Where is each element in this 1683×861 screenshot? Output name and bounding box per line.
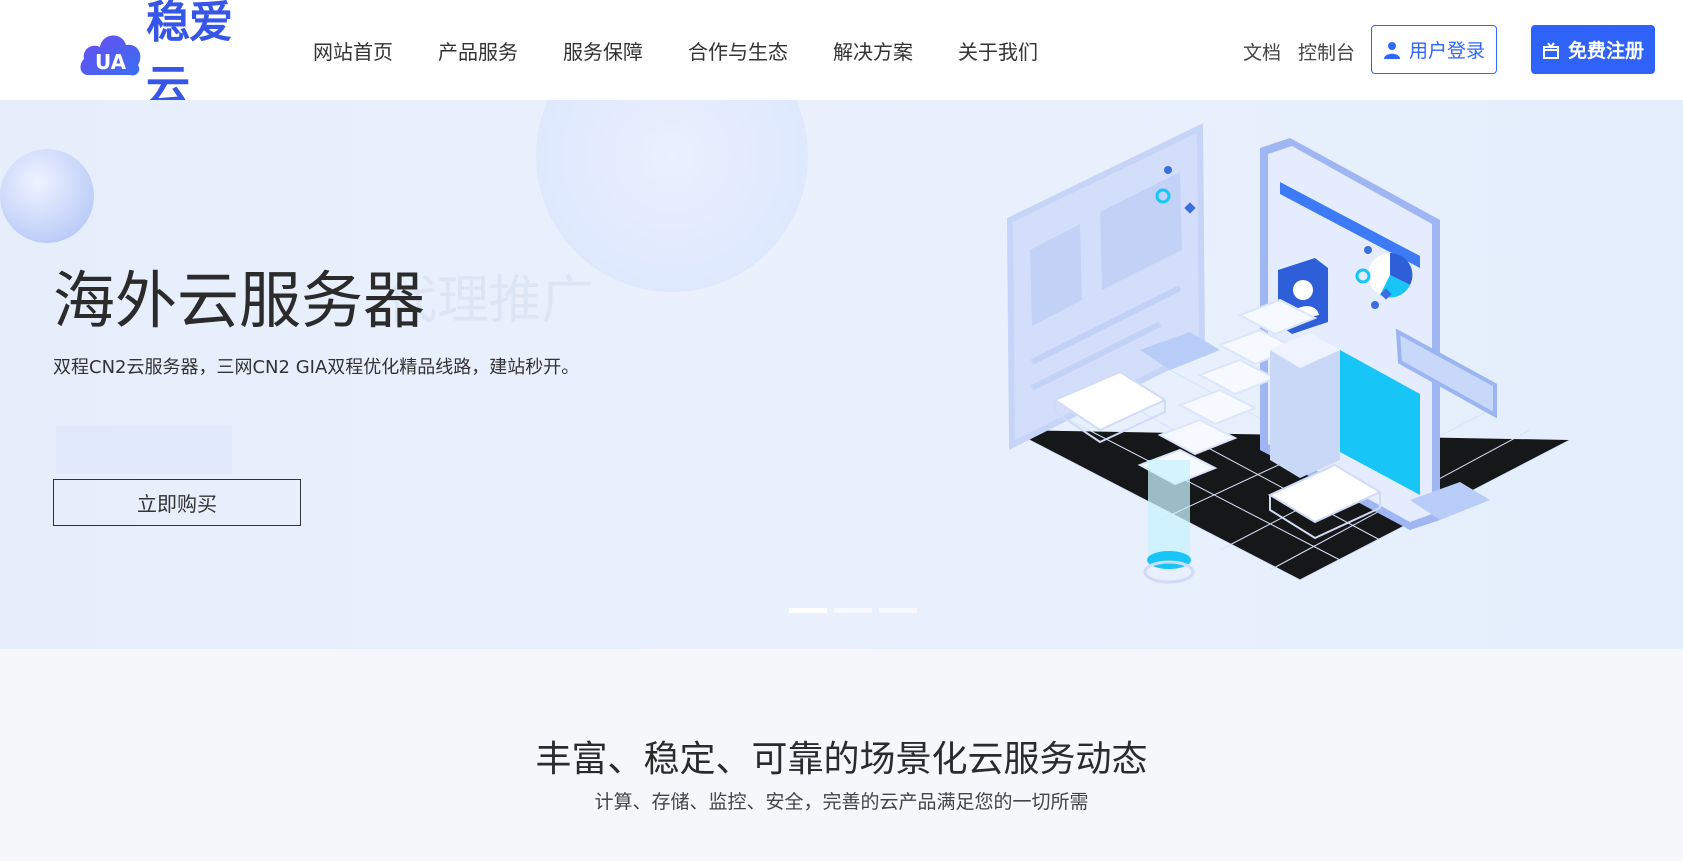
- slide-dot-1[interactable]: [789, 608, 827, 613]
- logo[interactable]: UA 稳爱云: [78, 0, 268, 112]
- nav-item-products[interactable]: 产品服务: [438, 36, 518, 65]
- slide-dot-3[interactable]: [879, 608, 917, 613]
- nav-item-solutions[interactable]: 解决方案: [833, 36, 913, 65]
- logo-mark-icon: UA: [78, 19, 144, 81]
- nav-item-home[interactable]: 网站首页: [313, 36, 393, 65]
- nav-item-partnership[interactable]: 合作与生态: [688, 36, 788, 65]
- hero-ghost-button: [56, 426, 232, 474]
- nav-item-service-guarantee[interactable]: 服务保障: [563, 36, 643, 65]
- login-button[interactable]: 用户登录: [1371, 25, 1497, 74]
- main-nav: 网站首页 产品服务 服务保障 合作与生态 解决方案 关于我们: [313, 0, 1038, 100]
- hero-banner: 代理推广 海外云服务器 双程CN2云服务器，三网CN2 GIA双程优化精品线路，…: [0, 100, 1683, 649]
- site-header: UA 稳爱云 网站首页 产品服务 服务保障 合作与生态 解决方案 关于我们 文档…: [0, 0, 1683, 112]
- logo-mark-text: UA: [95, 50, 127, 74]
- slide-indicators: [789, 608, 924, 613]
- buy-now-button[interactable]: 立即购买: [53, 479, 301, 526]
- logo-text: 稳爱云: [146, 0, 233, 112]
- hero-title: 海外云服务器: [53, 264, 426, 337]
- register-button[interactable]: 免费注册: [1531, 25, 1655, 74]
- docs-link[interactable]: 文档: [1243, 38, 1281, 65]
- user-icon: [1383, 41, 1400, 59]
- slide-dot-2[interactable]: [834, 608, 872, 613]
- gift-icon: [1542, 41, 1559, 59]
- section-subtitle: 计算、存储、监控、安全，完善的云产品满足您的一切所需: [594, 791, 1089, 813]
- register-button-label: 免费注册: [1567, 40, 1644, 62]
- console-link[interactable]: 控制台: [1298, 38, 1355, 65]
- section-title: 丰富、稳定、可靠的场景化云服务动态: [535, 739, 1148, 780]
- hero-subtitle: 双程CN2云服务器，三网CN2 GIA双程优化精品线路，建站秒开。: [53, 357, 580, 378]
- decor-orb-left: [0, 149, 94, 243]
- cloud-server-illustration: [1006, 123, 1571, 584]
- nav-item-about[interactable]: 关于我们: [958, 36, 1038, 65]
- login-button-label: 用户登录: [1408, 40, 1485, 62]
